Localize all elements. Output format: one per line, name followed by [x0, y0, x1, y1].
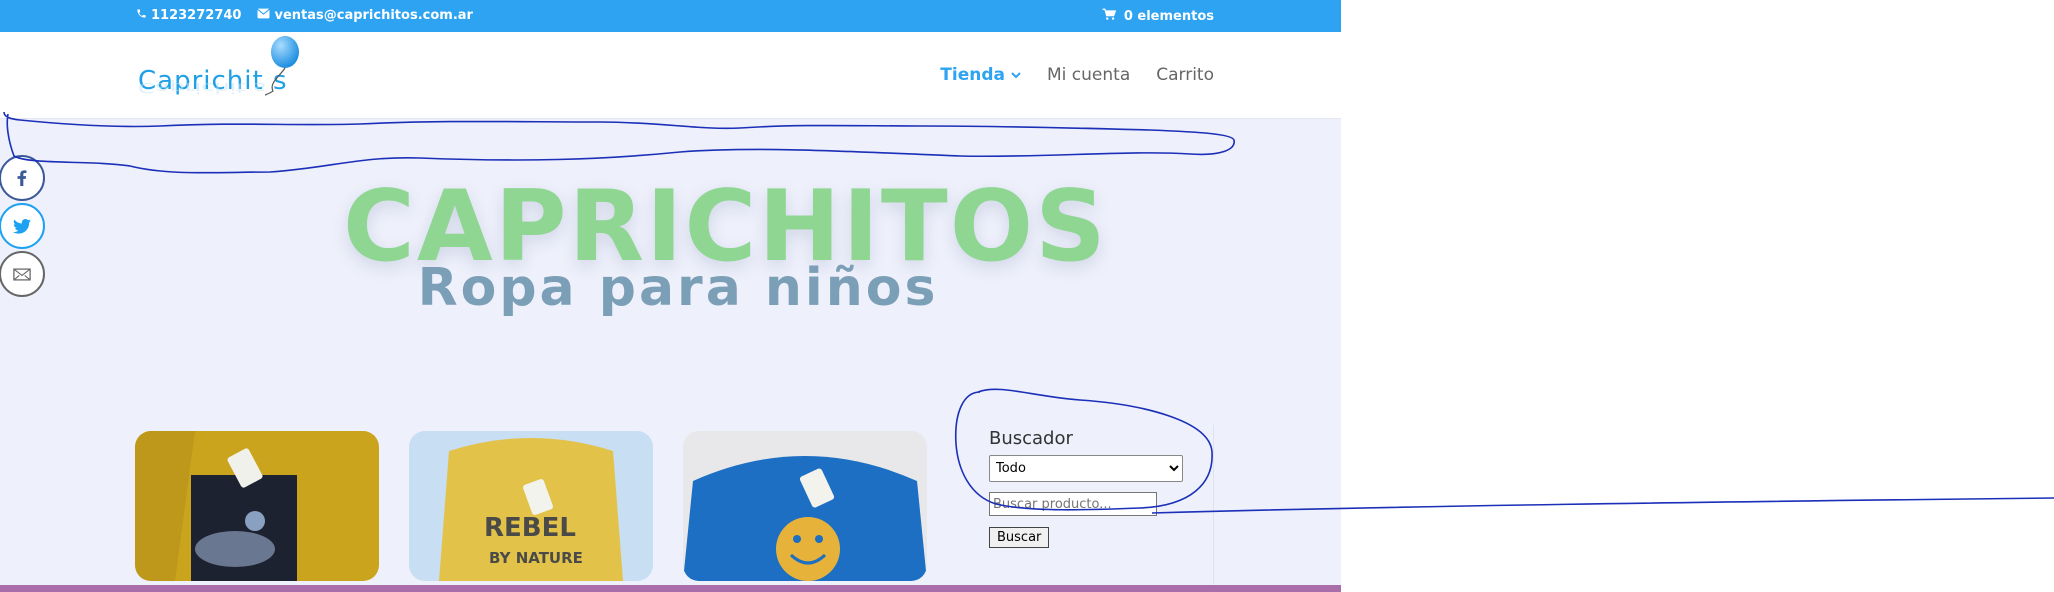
bottom-bar	[0, 585, 1341, 592]
balloon-icon	[265, 36, 299, 96]
search-button[interactable]: Buscar	[989, 527, 1050, 548]
logo-reflection: Caprichit s	[138, 79, 266, 96]
cart-link[interactable]: 0 elementos	[1102, 8, 1214, 25]
nav-carrito[interactable]: Carrito	[1156, 65, 1214, 85]
product-image	[135, 431, 379, 581]
svg-text:REBEL: REBEL	[484, 513, 576, 543]
chevron-down-icon	[1011, 71, 1021, 78]
phone-icon	[136, 8, 147, 23]
product-card-blue-smiley-shirt[interactable]	[683, 431, 927, 581]
social-share-bar	[0, 155, 48, 299]
hero-subtitle: Ropa para niños	[417, 258, 939, 318]
website: 1123272740 ventas@caprichitos.com.ar 0 e…	[0, 0, 1341, 592]
product-card-yellow-car-shirt[interactable]	[135, 431, 379, 581]
phone-contact[interactable]: 1123272740	[136, 8, 241, 23]
envelope-icon	[257, 8, 271, 23]
site-logo[interactable]: Caprichit s Caprichit s	[136, 35, 306, 115]
widget-title: Buscador	[989, 428, 1073, 449]
product-card-rebel-shirt[interactable]: REBEL BY NATURE	[409, 431, 653, 581]
mail-icon	[13, 267, 31, 281]
facebook-share-button[interactable]	[0, 155, 45, 201]
facebook-icon	[17, 170, 27, 186]
product-image: REBEL BY NATURE	[409, 431, 653, 581]
search-input[interactable]	[989, 492, 1157, 516]
email-share-button[interactable]	[0, 251, 45, 297]
product-grid: REBEL BY NATURE	[135, 431, 927, 581]
top-bar: 1123272740 ventas@caprichitos.com.ar 0 e…	[0, 0, 1341, 32]
svg-text:BY NATURE: BY NATURE	[489, 549, 583, 567]
main-nav: Tienda Mi cuenta Carrito	[940, 65, 1214, 85]
twitter-share-button[interactable]	[0, 203, 45, 249]
sidebar-divider	[1213, 425, 1214, 592]
email-address: ventas@caprichitos.com.ar	[274, 8, 473, 23]
twitter-icon	[13, 218, 31, 234]
cart-count: 0 elementos	[1123, 9, 1214, 24]
cart-icon	[1102, 8, 1117, 25]
nav-tienda[interactable]: Tienda	[940, 65, 1021, 85]
category-select[interactable]: Todo	[989, 455, 1183, 482]
product-image	[683, 431, 927, 581]
nav-mi-cuenta[interactable]: Mi cuenta	[1047, 65, 1130, 85]
site-header: Caprichit s Caprichit s Tienda Mi cuenta…	[0, 32, 1341, 119]
phone-number: 1123272740	[151, 8, 242, 23]
search-widget: Buscador Todo Buscar	[989, 428, 1189, 548]
email-contact[interactable]: ventas@caprichitos.com.ar	[257, 8, 473, 23]
